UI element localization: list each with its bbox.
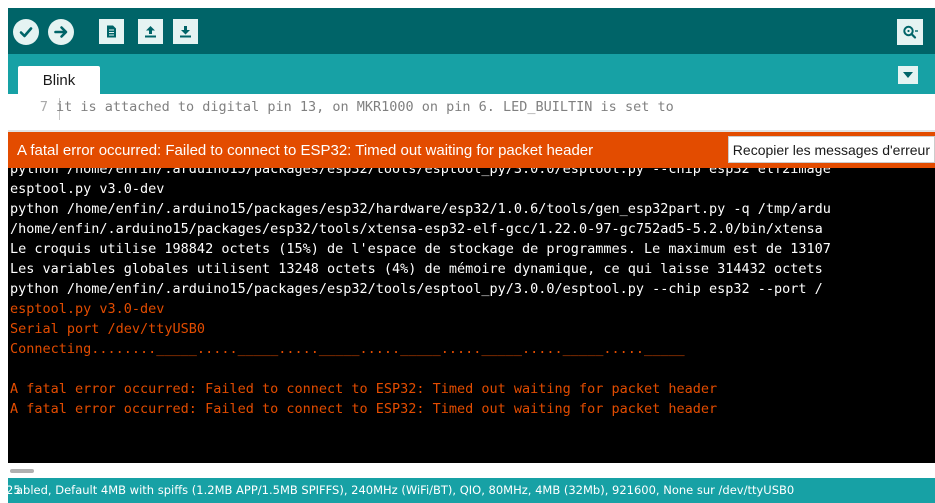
console-line: Serial port /dev/ttyUSB0 <box>10 321 206 337</box>
chevron-down-icon <box>903 72 913 78</box>
footer-board-info: abled, Default 4MB with spiffs (1.2MB AP… <box>16 483 795 497</box>
error-status-bar: A fatal error occurred: Failed to connec… <box>8 132 935 168</box>
copy-error-messages-button[interactable]: Recopier les messages d'erreur <box>727 136 935 163</box>
toolbar <box>8 8 935 54</box>
console-output[interactable]: python /home/enfin/.arduino15/packages/e… <box>8 168 935 463</box>
tab-blink[interactable]: Blink <box>18 66 100 94</box>
footer-status-bar: 25 abled, Default 4MB with spiffs (1.2MB… <box>8 478 935 503</box>
open-icon <box>145 26 156 38</box>
console-line: Les variables globales utilisent 13248 o… <box>10 261 823 277</box>
error-message: A fatal error occurred: Failed to connec… <box>17 142 594 159</box>
console-line: Connecting........_____....._____.....__… <box>10 341 685 357</box>
verify-icon <box>19 27 33 38</box>
code-line: 7 it is attached to digital pin 13, on MK… <box>8 99 674 115</box>
save-button[interactable] <box>173 19 198 44</box>
verify-button[interactable] <box>13 19 39 45</box>
tab-menu-button[interactable] <box>898 66 918 84</box>
scrollbar-thumb[interactable] <box>10 469 34 473</box>
console-line: python /home/enfin/.arduino15/packages/e… <box>10 281 823 297</box>
tab-bar: Blink <box>8 54 935 94</box>
new-button[interactable] <box>99 19 124 44</box>
serial-monitor-icon <box>903 25 918 39</box>
console-lines: python /home/enfin/.arduino15/packages/e… <box>10 168 831 419</box>
console-line: A fatal error occurred: Failed to connec… <box>10 401 718 417</box>
console-line: esptool.py v3.0-dev <box>10 181 165 197</box>
console-line: python /home/enfin/.arduino15/packages/e… <box>10 168 831 177</box>
upload-button[interactable] <box>48 19 74 45</box>
console-scrollbar[interactable] <box>8 463 935 478</box>
save-icon <box>180 26 191 38</box>
new-icon <box>107 25 116 38</box>
open-button[interactable] <box>138 19 163 44</box>
console-line: esptool.py v3.0-dev <box>10 301 165 317</box>
serial-monitor-button[interactable] <box>897 19 923 45</box>
console-line: Le croquis utilise 198842 octets (15%) d… <box>10 241 831 257</box>
line-number: 7 <box>39 99 48 115</box>
upload-icon <box>54 26 68 38</box>
console-line: A fatal error occurred: Failed to connec… <box>10 381 718 397</box>
code-text: it is attached to digital pin 13, on MKR… <box>56 99 674 115</box>
console-line: python /home/enfin/.arduino15/packages/e… <box>10 201 831 217</box>
tab-label: Blink <box>42 71 76 89</box>
code-editor[interactable]: 7 it is attached to digital pin 13, on MK… <box>8 94 935 130</box>
console-line: /home/enfin/.arduino15/packages/esp32/to… <box>10 221 823 237</box>
window-frame <box>0 0 8 503</box>
